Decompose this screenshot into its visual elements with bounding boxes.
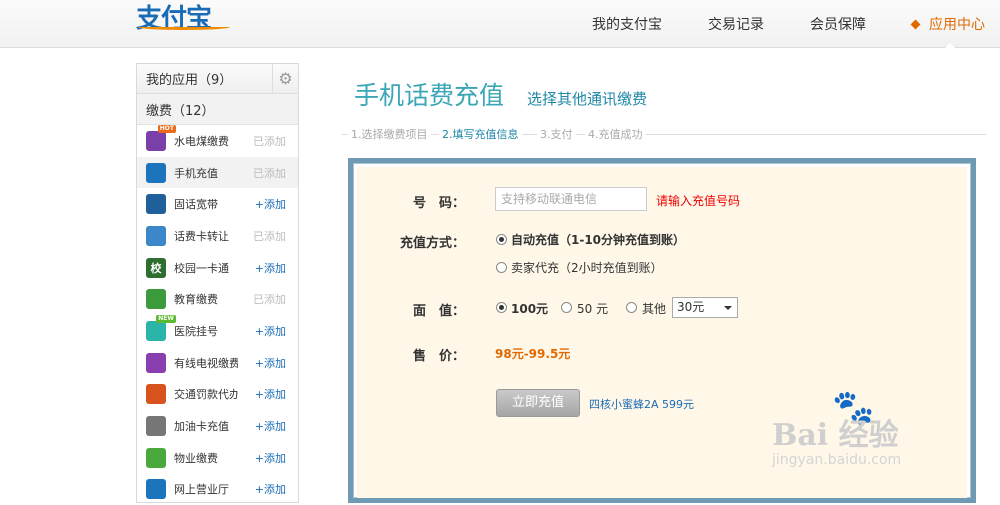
sidebar-item[interactable]: 手机充值 已添加	[137, 156, 298, 189]
added-status: 已添加	[253, 229, 286, 243]
nav-my-alipay[interactable]: 我的支付宝	[592, 14, 662, 34]
watermark-url: jingyan.baidu.com	[772, 452, 902, 468]
face-value-select[interactable]: 30元	[672, 297, 738, 318]
hospital-icon: NEW	[146, 314, 176, 341]
nav-transactions[interactable]: 交易记录	[708, 14, 764, 34]
logo-swoosh	[138, 24, 230, 30]
phone-card-icon	[146, 225, 166, 246]
sidebar-item-label: 物业缴费	[174, 451, 218, 465]
step-2: 2.填写充值信息	[439, 126, 522, 142]
added-status: 已添加	[253, 293, 286, 307]
app-sidebar: 我的应用（9） ⚙ 缴费（12） HOT 水电煤缴费 已添加 手机充值 已添加 固话宽带 +…	[136, 63, 299, 503]
seller-recharge-radio[interactable]	[496, 262, 507, 273]
sidebar-item[interactable]: 有线电视缴费 +添加	[137, 347, 298, 379]
sidebar-item-label: 话费卡转让	[174, 229, 229, 243]
main-nav: 我的支付宝 交易记录 会员保障 应用中心	[546, 0, 985, 50]
sidebar-item[interactable]: NEW 医院挂号 +添加	[137, 314, 298, 347]
sidebar-item-label: 固话宽带	[174, 198, 218, 212]
sidebar-item-label: 手机充值	[174, 166, 218, 180]
alipay-logo[interactable]: 支付宝	[136, 0, 236, 34]
progress-steps: 1.选择缴费项目 2.填写充值信息 3.支付 4.充值成功	[342, 126, 986, 142]
sidebar-item[interactable]: 话费卡转让 已添加	[137, 220, 298, 252]
auto-recharge-label: 自动充值（1-10分钟充值到账）	[511, 233, 686, 247]
add-app-button[interactable]: +添加	[255, 386, 286, 402]
new-badge: NEW	[156, 314, 176, 323]
chevron-down-icon	[724, 306, 732, 310]
sidebar-item[interactable]: 交通罚款代办 +添加	[137, 379, 298, 411]
app-list: HOT 水电煤缴费 已添加 手机充值 已添加 固话宽带 +添加 话费卡转让 已添加校校园一卡通 +…	[137, 124, 298, 505]
sidebar-item[interactable]: 物业缴费 +添加	[137, 442, 298, 474]
face-100-label: 100元	[511, 302, 549, 316]
sidebar-item[interactable]: 网上营业厅 +添加	[137, 474, 298, 505]
price-label: 售 价：	[412, 349, 465, 364]
landline-icon	[146, 194, 166, 215]
sidebar-item-label: 水电煤缴费	[174, 134, 229, 148]
hot-badge: HOT	[157, 124, 176, 133]
add-app-button[interactable]: +添加	[255, 196, 286, 212]
car-icon	[146, 384, 166, 405]
sidebar-item-label: 医院挂号	[174, 324, 218, 338]
add-app-button[interactable]: +添加	[255, 323, 286, 339]
add-app-button[interactable]: +添加	[255, 450, 286, 466]
face-other-label: 其他	[642, 302, 667, 316]
gear-icon[interactable]: ⚙	[272, 64, 298, 93]
active-dot-icon	[910, 19, 921, 29]
number-error: 请输入充值号码	[656, 194, 741, 208]
added-status: 已添加	[253, 134, 286, 148]
add-app-button[interactable]: +添加	[255, 260, 286, 276]
nav-app-center-label: 应用中心	[929, 17, 985, 33]
page-title: 手机话费充值	[354, 81, 505, 110]
added-status: 已添加	[253, 166, 286, 180]
nav-app-center[interactable]: 应用中心	[910, 14, 985, 50]
top-header: 支付宝 我的支付宝 交易记录 会员保障 应用中心	[0, 0, 1000, 50]
step-4: 4.充值成功	[585, 126, 646, 142]
sidebar-item[interactable]: HOT 水电煤缴费 已添加	[137, 124, 298, 157]
add-app-button[interactable]: +添加	[255, 481, 286, 497]
face-value-select-text: 30元	[677, 300, 705, 314]
sidebar-item-label: 网上营业厅	[174, 483, 229, 497]
face-value-label: 面 值：	[412, 304, 465, 319]
baidu-watermark: 🐾 Bai 经验 jingyan.baidu.com	[772, 388, 972, 468]
utilities-icon: HOT	[146, 124, 176, 151]
price-value: 98元-99.5元	[495, 347, 571, 361]
face-100-radio[interactable]	[496, 302, 507, 313]
method-label: 充值方式：	[399, 236, 465, 251]
sidebar-item-label: 交通罚款代办	[174, 388, 238, 402]
tv-icon	[146, 352, 166, 373]
add-app-button[interactable]: +添加	[255, 418, 286, 434]
face-other-radio[interactable]	[626, 302, 637, 313]
mobile-phone-icon	[146, 162, 166, 183]
nav-member-protection[interactable]: 会员保障	[810, 14, 866, 34]
number-label: 号 码：	[412, 196, 465, 211]
campus-card-icon: 校	[146, 257, 166, 278]
other-telecom-link[interactable]: 选择其他通讯缴费	[527, 88, 647, 109]
watermark-brand: Bai 经验	[772, 418, 899, 453]
sidebar-item-label: 教育缴费	[174, 293, 218, 307]
add-app-button[interactable]: +添加	[255, 355, 286, 371]
sidebar-item-label: 校园一卡通	[174, 261, 229, 275]
promo-link[interactable]: 四核小蜜蜂2A 599元	[589, 396, 694, 412]
sidebar-item[interactable]: 教育缴费 已添加	[137, 283, 298, 315]
auto-recharge-radio[interactable]	[496, 234, 507, 245]
sidebar-item[interactable]: 固话宽带 +添加	[137, 188, 298, 220]
fuel-icon	[146, 416, 166, 437]
sidebar-item[interactable]: 加油卡充值 +添加	[137, 410, 298, 442]
face-50-label: 50 元	[577, 302, 609, 316]
education-cap-icon	[146, 289, 166, 310]
category-header[interactable]: 缴费（12）	[137, 94, 298, 125]
property-icon	[146, 447, 166, 468]
sidebar-item-label: 加油卡充值	[174, 420, 229, 434]
my-apps-title: 我的应用（9）	[146, 73, 233, 88]
active-caret-icon	[942, 43, 957, 50]
sidebar-item-label: 有线电视缴费	[174, 356, 238, 370]
seller-recharge-label: 卖家代充（2小时充值到账）	[511, 261, 663, 275]
my-apps-header: 我的应用（9） ⚙	[137, 64, 298, 94]
step-1: 1.选择缴费项目	[348, 126, 431, 142]
phone-number-input[interactable]: 支持移动联通电信	[495, 187, 647, 211]
online-hall-icon	[146, 479, 166, 500]
face-50-radio[interactable]	[561, 302, 572, 313]
step-3: 3.支付	[537, 126, 576, 142]
sidebar-item[interactable]: 校校园一卡通 +添加	[137, 252, 298, 284]
recharge-now-button[interactable]: 立即充值	[496, 389, 580, 417]
